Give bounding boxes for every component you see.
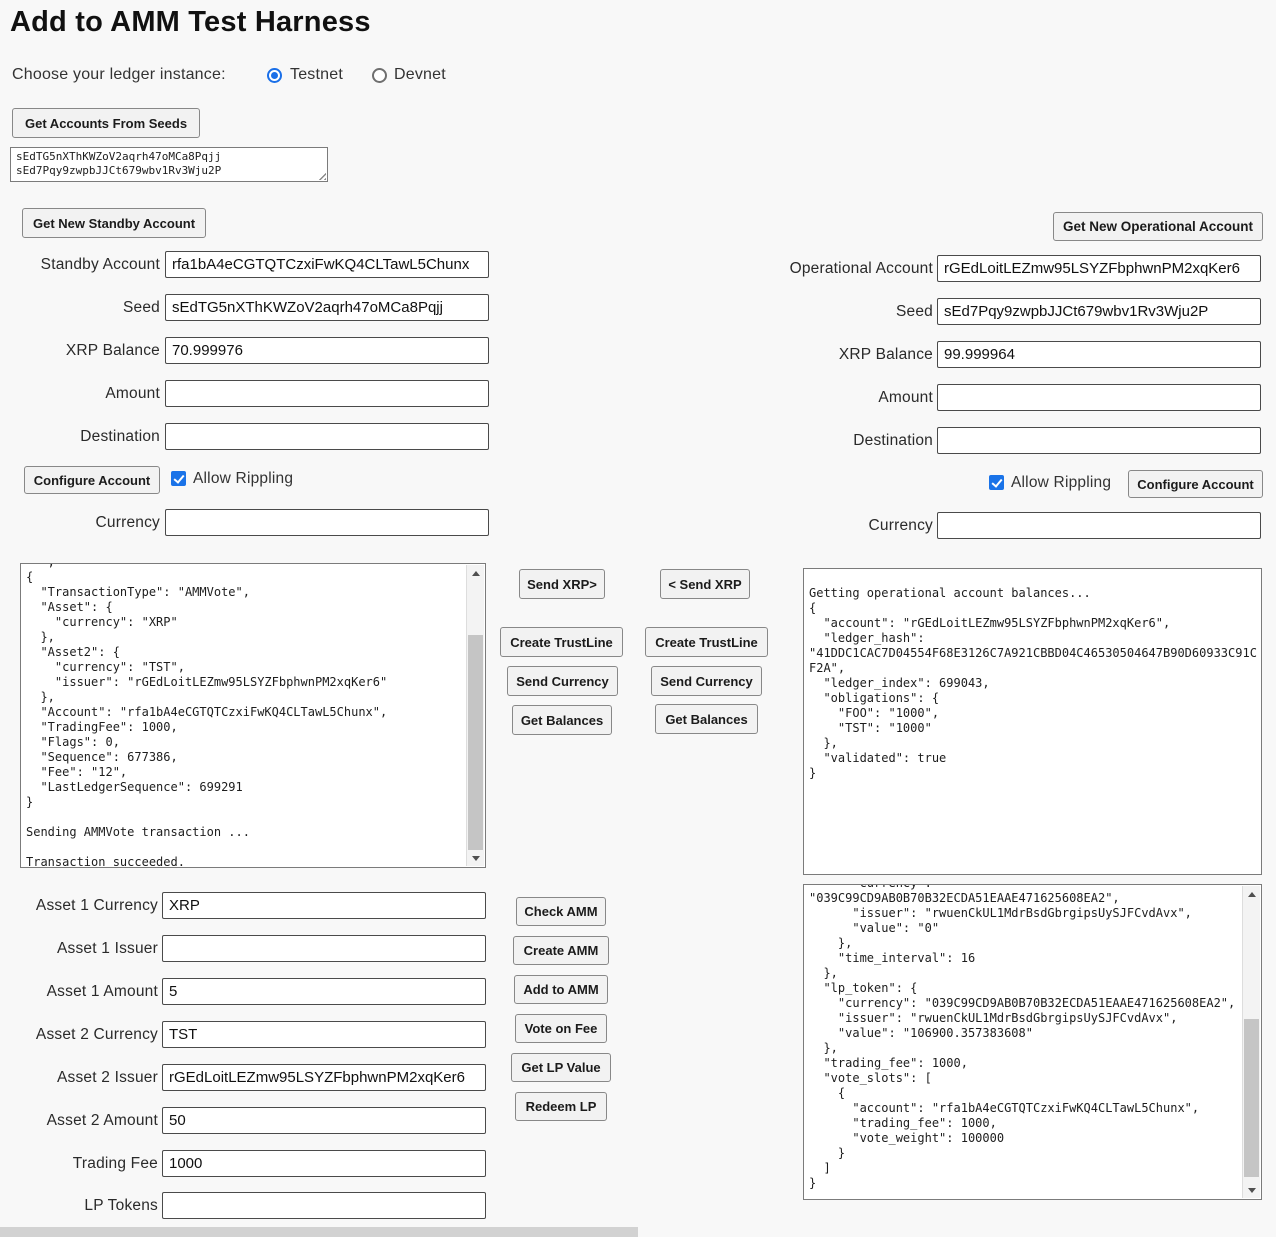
operational-currency-input[interactable] <box>937 512 1261 539</box>
operational-send-currency-button[interactable]: Send Currency <box>651 666 762 696</box>
asset2-currency-label: Asset 2 Currency <box>8 1026 158 1044</box>
standby-account-label: Standby Account <box>10 256 160 274</box>
trading-fee-label: Trading Fee <box>8 1155 158 1173</box>
standby-get-balances-button[interactable]: Get Balances <box>512 705 612 735</box>
operational-currency-label: Currency <box>733 517 933 535</box>
operational-destination-input[interactable] <box>937 427 1261 454</box>
standby-seed-label: Seed <box>10 299 160 317</box>
scrollbar-thumb[interactable] <box>468 635 483 850</box>
operational-xrp-balance-input[interactable] <box>937 341 1261 368</box>
operational-amount-label: Amount <box>733 389 933 407</box>
standby-send-currency-button[interactable]: Send Currency <box>507 666 618 696</box>
devnet-radio[interactable] <box>372 68 387 83</box>
scrollbar-up-arrow-icon[interactable] <box>1243 886 1260 902</box>
operational-results-textarea[interactable]: Getting operational account balances... … <box>803 568 1262 875</box>
trading-fee-input[interactable] <box>162 1150 486 1177</box>
standby-destination-input[interactable] <box>165 423 489 450</box>
check-amm-button[interactable]: Check AMM <box>516 897 606 926</box>
standby-amount-label: Amount <box>10 385 160 403</box>
lp-tokens-input[interactable] <box>162 1192 486 1219</box>
operational-seed-input[interactable] <box>937 298 1261 325</box>
standby-currency-label: Currency <box>10 514 160 532</box>
standby-results-textarea[interactable]: ", { "TransactionType": "AMMVote", "Asse… <box>20 563 486 868</box>
operational-account-label: Operational Account <box>733 260 933 278</box>
asset2-amount-label: Asset 2 Amount <box>8 1112 158 1130</box>
standby-configure-account-button[interactable]: Configure Account <box>24 466 160 494</box>
asset1-currency-input[interactable] <box>162 892 486 919</box>
testnet-radio-label[interactable]: Testnet <box>290 66 343 84</box>
asset2-currency-input[interactable] <box>162 1021 486 1048</box>
get-new-operational-account-button[interactable]: Get New Operational Account <box>1053 212 1263 241</box>
asset2-issuer-input[interactable] <box>162 1064 486 1091</box>
standby-currency-input[interactable] <box>165 509 489 536</box>
standby-seed-input[interactable] <box>165 294 489 321</box>
lp-tokens-label: LP Tokens <box>8 1197 158 1215</box>
add-to-amm-button[interactable]: Add to AMM <box>514 975 608 1004</box>
standby-create-trustline-button[interactable]: Create TrustLine <box>500 627 623 657</box>
asset2-amount-input[interactable] <box>162 1107 486 1134</box>
operational-configure-account-button[interactable]: Configure Account <box>1128 470 1263 498</box>
amm-results-textarea[interactable]: "currency": "039C99CD9AB0B70B32ECDA51EAA… <box>803 884 1262 1200</box>
get-new-standby-account-button[interactable]: Get New Standby Account <box>22 208 206 238</box>
asset1-issuer-input[interactable] <box>162 935 486 962</box>
standby-amount-input[interactable] <box>165 380 489 407</box>
standby-account-input[interactable] <box>165 251 489 278</box>
asset2-issuer-label: Asset 2 Issuer <box>8 1069 158 1087</box>
testnet-radio[interactable] <box>267 68 282 83</box>
operational-seed-label: Seed <box>733 303 933 321</box>
asset1-amount-input[interactable] <box>162 978 486 1005</box>
scrollbar-up-arrow-icon[interactable] <box>467 565 484 581</box>
operational-xrp-balance-label: XRP Balance <box>733 346 933 364</box>
amm-test-harness-page: Add to AMM Test Harness Choose your ledg… <box>0 0 1276 1237</box>
standby-xrp-balance-input[interactable] <box>165 337 489 364</box>
vote-on-fee-button[interactable]: Vote on Fee <box>515 1014 607 1043</box>
amm-results-scrollbar[interactable] <box>1242 886 1260 1198</box>
seeds-textarea[interactable]: sEdTG5nXThKWZoV2aqrh47oMCa8Pqjj sEd7Pqy9… <box>10 147 328 182</box>
devnet-radio-label[interactable]: Devnet <box>394 66 446 84</box>
operational-allow-rippling-checkbox[interactable] <box>989 475 1004 490</box>
send-xrp-to-standby-button[interactable]: < Send XRP <box>660 569 750 599</box>
asset1-currency-label: Asset 1 Currency <box>8 897 158 915</box>
scrollbar-down-arrow-icon[interactable] <box>1243 1182 1260 1198</box>
standby-allow-rippling-label: Allow Rippling <box>193 470 293 488</box>
asset1-amount-label: Asset 1 Amount <box>8 983 158 1001</box>
operational-create-trustline-button[interactable]: Create TrustLine <box>645 627 768 657</box>
operational-allow-rippling-label: Allow Rippling <box>1011 474 1111 492</box>
create-amm-button[interactable]: Create AMM <box>513 936 609 965</box>
asset1-issuer-label: Asset 1 Issuer <box>8 940 158 958</box>
get-lp-value-button[interactable]: Get LP Value <box>511 1053 611 1082</box>
standby-destination-label: Destination <box>10 428 160 446</box>
operational-account-input[interactable] <box>937 255 1261 282</box>
redeem-lp-button[interactable]: Redeem LP <box>515 1092 607 1121</box>
ledger-instance-label: Choose your ledger instance: <box>12 66 226 84</box>
partial-element-below-fold <box>0 1227 638 1237</box>
standby-allow-rippling-checkbox[interactable] <box>171 471 186 486</box>
operational-amount-input[interactable] <box>937 384 1261 411</box>
scrollbar-thumb[interactable] <box>1244 1019 1259 1177</box>
standby-xrp-balance-label: XRP Balance <box>10 342 160 360</box>
page-title: Add to AMM Test Harness <box>10 6 371 39</box>
standby-results-scrollbar[interactable] <box>466 565 484 866</box>
operational-destination-label: Destination <box>733 432 933 450</box>
operational-get-balances-button[interactable]: Get Balances <box>655 704 758 734</box>
scrollbar-down-arrow-icon[interactable] <box>467 850 484 866</box>
send-xrp-to-operational-button[interactable]: Send XRP> <box>519 569 605 599</box>
get-accounts-from-seeds-button[interactable]: Get Accounts From Seeds <box>12 108 200 138</box>
